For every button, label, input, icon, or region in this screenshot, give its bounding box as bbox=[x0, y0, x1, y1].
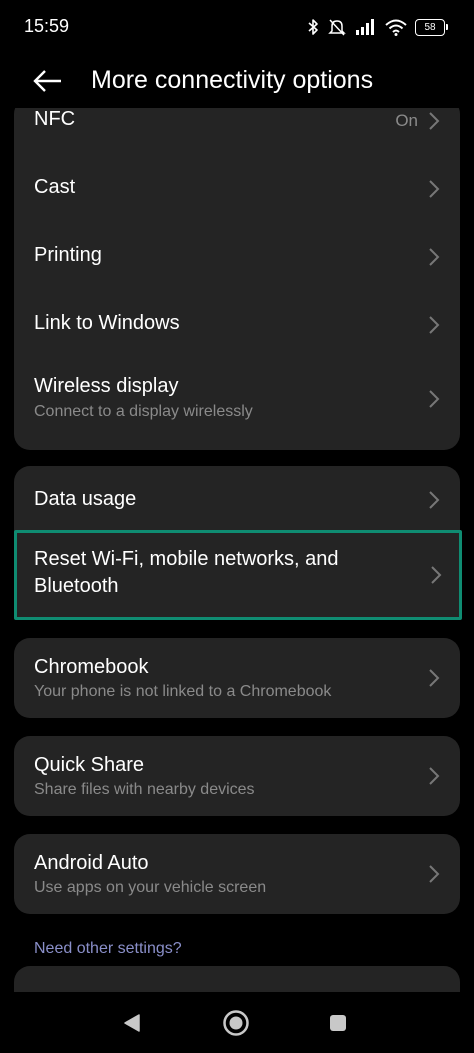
battery-level: 58 bbox=[415, 18, 445, 36]
chevron-right-icon bbox=[429, 112, 440, 130]
printing-title: Printing bbox=[34, 244, 102, 266]
nfc-title: NFC bbox=[34, 108, 76, 130]
nav-recents-button[interactable] bbox=[323, 1008, 353, 1038]
chromebook-subtitle: Your phone is not linked to a Chromebook bbox=[34, 683, 332, 700]
chevron-right-icon bbox=[429, 491, 440, 509]
reset-network-row[interactable]: Reset Wi-Fi, mobile networks, and Blueto… bbox=[14, 530, 462, 620]
cast-row[interactable]: Cast bbox=[14, 154, 460, 222]
android-auto-card[interactable]: Android Auto Use apps on your vehicle sc… bbox=[14, 834, 460, 914]
data-usage-title: Data usage bbox=[34, 488, 137, 510]
link-to-windows-row[interactable]: Link to Windows bbox=[14, 290, 460, 358]
partial-card[interactable] bbox=[14, 966, 460, 992]
back-triangle-icon bbox=[124, 1014, 140, 1032]
back-button[interactable] bbox=[28, 65, 68, 97]
header: More connectivity options bbox=[0, 56, 474, 106]
home-circle-icon bbox=[223, 1010, 249, 1036]
chevron-right-icon bbox=[429, 180, 440, 198]
status-time: 15:59 bbox=[24, 16, 70, 36]
signal-icon bbox=[356, 19, 374, 35]
quick-share-card[interactable]: Quick Share Share files with nearby devi… bbox=[14, 736, 460, 816]
status-icons: 58 bbox=[307, 16, 448, 38]
battery-icon: 58 bbox=[415, 18, 448, 36]
nfc-value: On bbox=[395, 111, 418, 130]
wireless-display-title: Wireless display bbox=[34, 375, 179, 397]
chevron-right-icon bbox=[429, 390, 440, 408]
chromebook-title: Chromebook bbox=[34, 656, 149, 678]
recents-square-icon bbox=[330, 1015, 346, 1031]
data-usage-row[interactable]: Data usage bbox=[14, 466, 460, 530]
quick-share-title: Quick Share bbox=[34, 754, 145, 776]
wireless-display-subtitle: Connect to a display wirelessly bbox=[34, 403, 253, 420]
cast-title: Cast bbox=[34, 176, 76, 198]
printing-row[interactable]: Printing bbox=[14, 222, 460, 290]
settings-list[interactable]: NFC On Cast Printing Link to Windows Wir… bbox=[0, 108, 474, 992]
reset-network-title-line2: Bluetooth bbox=[34, 575, 119, 597]
card-main: NFC On Cast Printing Link to Windows Wir… bbox=[14, 108, 460, 450]
wireless-display-row[interactable]: Wireless display Connect to a display wi… bbox=[14, 358, 460, 450]
navigation-bar bbox=[0, 992, 474, 1053]
nav-back-button[interactable] bbox=[117, 1008, 147, 1038]
bluetooth-icon bbox=[308, 19, 318, 35]
reset-network-title-line1: Reset Wi-Fi, mobile networks, and bbox=[34, 548, 339, 570]
chevron-right-icon bbox=[429, 865, 440, 883]
chevron-right-icon bbox=[431, 566, 442, 584]
nav-home-button[interactable] bbox=[221, 1008, 251, 1038]
status-bar: 15:59 58 bbox=[0, 0, 474, 56]
quick-share-subtitle: Share files with nearby devices bbox=[34, 781, 255, 798]
wifi-icon bbox=[385, 19, 407, 36]
nfc-row[interactable]: NFC On bbox=[14, 108, 460, 154]
chevron-right-icon bbox=[429, 248, 440, 266]
chevron-right-icon bbox=[429, 316, 440, 334]
need-other-settings-label: Need other settings? bbox=[34, 940, 182, 957]
android-auto-title: Android Auto bbox=[34, 852, 149, 874]
chevron-right-icon bbox=[429, 767, 440, 785]
mute-icon bbox=[328, 19, 346, 36]
page-title: More connectivity options bbox=[91, 66, 374, 94]
battery-tip bbox=[446, 24, 448, 30]
link-to-windows-title: Link to Windows bbox=[34, 312, 180, 334]
chevron-right-icon bbox=[429, 669, 440, 687]
arrow-left-icon bbox=[33, 70, 61, 92]
android-auto-subtitle: Use apps on your vehicle screen bbox=[34, 879, 267, 896]
chromebook-card[interactable]: Chromebook Your phone is not linked to a… bbox=[14, 638, 460, 718]
